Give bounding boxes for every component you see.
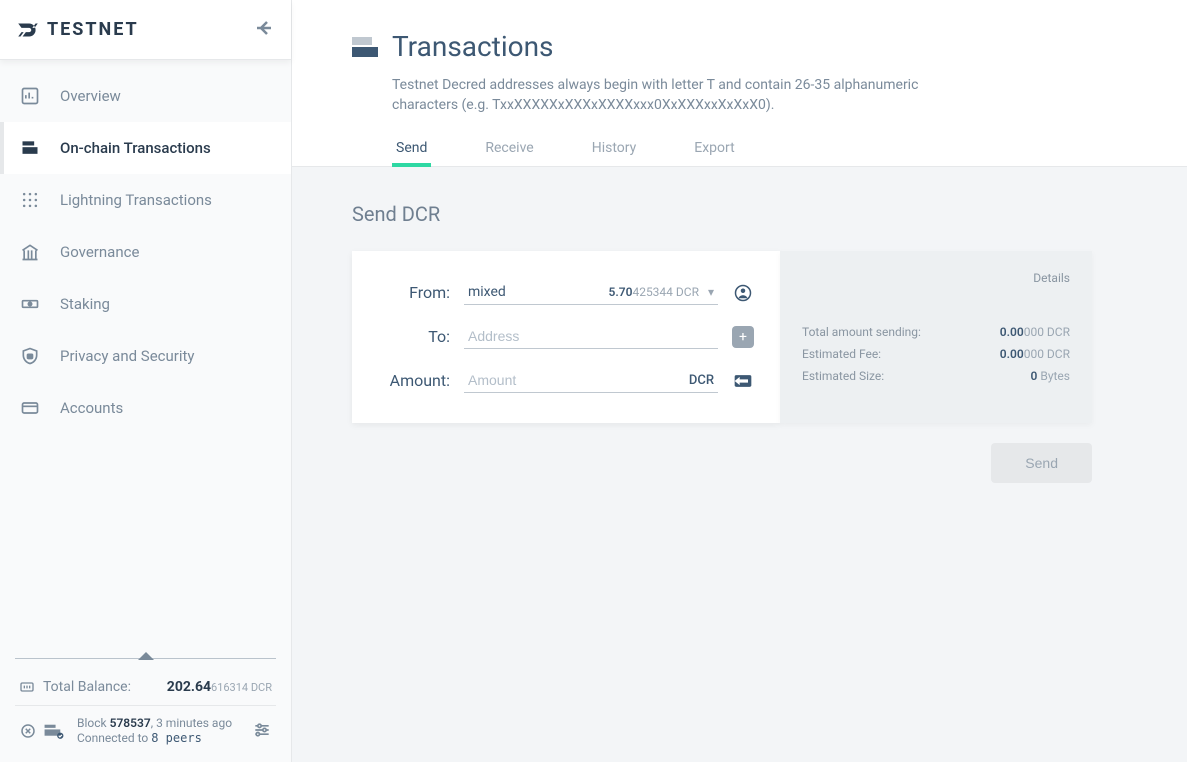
sidebar: TESTNET Overview On-chain Transactions L… [0,0,292,762]
sidebar-item-lightning-transactions[interactable]: Lightning Transactions [0,174,291,226]
sidebar-item-label: Staking [60,295,110,313]
tab-send[interactable]: Send [392,130,431,166]
total-balance-row: Total Balance: 202.64616314 DCR [15,669,276,706]
settings-button[interactable] [252,720,272,743]
amount-currency: DCR [689,373,714,388]
brand-name: TESTNET [47,19,139,40]
from-row: From: mixed 5.70425344 DCR ▾ [378,271,754,315]
sidebar-item-label: Overview [60,87,121,105]
send-all-icon [733,373,753,389]
sidebar-item-label: Accounts [60,399,123,417]
expand-up-icon[interactable] [138,652,154,660]
send-content: Send DCR From: mixed 5.70425344 DCR ▾ [292,167,1187,762]
tabs: Send Receive History Export [392,130,1147,166]
sidebar-item-staking[interactable]: Staking [0,278,291,330]
transactions-icon [352,37,378,57]
sidebar-item-label: On-chain Transactions [60,139,211,157]
form-wrap: From: mixed 5.70425344 DCR ▾ To: [352,251,1127,423]
from-label: From: [378,283,450,302]
send-button[interactable]: Send [991,443,1092,483]
nav: Overview On-chain Transactions Lightning… [0,60,291,658]
detail-size: Estimated Size: 0 Bytes [802,369,1070,383]
to-row: To: + [378,315,754,359]
title-row: Transactions [352,30,1147,63]
page-description: Testnet Decred addresses always begin wi… [392,75,952,116]
sidebar-item-privacy-security[interactable]: Privacy and Security [0,330,291,382]
main-content: Transactions Testnet Decred addresses al… [292,0,1187,762]
sidebar-header: TESTNET [0,0,291,60]
accounts-icon [18,396,42,420]
sidebar-item-overview[interactable]: Overview [0,70,291,122]
status-row: Block 578537, 3 minutes ago Connected to… [15,706,276,747]
overview-icon [18,84,42,108]
detail-fee: Estimated Fee: 0.00000 DCR [802,347,1070,361]
shield-icon [18,344,42,368]
tab-history[interactable]: History [588,130,641,166]
sidebar-footer: Total Balance: 202.64616314 DCR Block 57… [15,658,276,762]
balance-label: Total Balance: [43,679,131,695]
amount-label: Amount: [378,371,450,390]
decred-logo-icon [15,17,41,43]
to-label: To: [378,327,450,346]
sliders-icon [252,720,272,740]
add-recipient-button[interactable]: + [732,326,754,348]
details-title: Details [802,271,1070,285]
send-all-button[interactable] [732,370,754,392]
status-icons [19,722,65,740]
chevron-down-icon: ▾ [708,285,714,299]
to-address-input[interactable] [464,324,718,349]
tab-receive[interactable]: Receive [481,130,537,166]
staking-icon [18,292,42,316]
details-card: Details Total amount sending: 0.00000 DC… [780,251,1092,423]
user-circle-icon [734,284,752,302]
send-form: From: mixed 5.70425344 DCR ▾ To: [352,251,780,423]
sidebar-item-label: Lightning Transactions [60,191,212,209]
sidebar-item-accounts[interactable]: Accounts [0,382,291,434]
from-account-balance: 5.70425344 DCR ▾ [608,285,714,299]
from-account-name: mixed [468,284,506,300]
sidebar-item-label: Privacy and Security [60,347,195,365]
governance-icon [18,240,42,264]
from-account-select[interactable]: mixed 5.70425344 DCR ▾ [464,280,718,305]
page-title: Transactions [392,30,554,63]
amount-input[interactable] [468,372,689,388]
amount-row: Amount: DCR [378,359,754,403]
page-header: Transactions Testnet Decred addresses al… [292,0,1187,167]
collapse-sidebar-button[interactable] [252,16,276,44]
tab-export[interactable]: Export [690,130,738,166]
section-title: Send DCR [352,202,1127,226]
send-button-row: Send [352,443,1092,483]
arrow-left-icon [252,16,276,40]
lightning-icon [18,188,42,212]
balance-value: 202.64616314 DCR [167,679,272,695]
rescan-icon[interactable] [19,722,37,740]
sidebar-item-governance[interactable]: Governance [0,226,291,278]
balance-icon [19,679,35,695]
detail-total: Total amount sending: 0.00000 DCR [802,325,1070,339]
sync-status-icon [43,722,65,740]
wallet-icon [18,136,42,160]
status-text: Block 578537, 3 minutes ago Connected to… [77,716,232,747]
sidebar-item-label: Governance [60,243,139,261]
send-self-button[interactable] [732,282,754,304]
sidebar-item-onchain-transactions[interactable]: On-chain Transactions [0,122,291,174]
logo: TESTNET [15,17,139,43]
